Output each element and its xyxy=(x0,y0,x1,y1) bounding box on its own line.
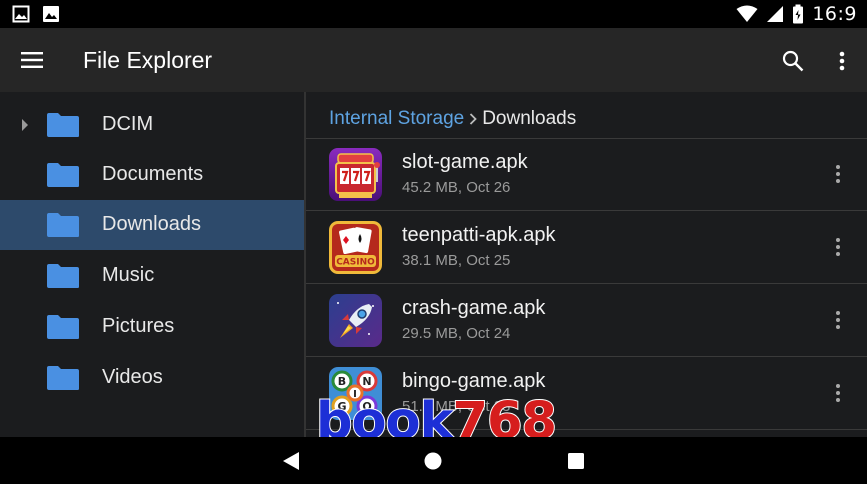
wifi-icon xyxy=(736,5,758,22)
back-icon[interactable] xyxy=(280,450,302,472)
svg-text:N: N xyxy=(362,375,371,388)
overflow-menu-button[interactable] xyxy=(830,46,854,76)
file-row-teenpatti[interactable]: CASINO teenpatti-apk.apk 38.1 MB, Oct 25 xyxy=(306,212,867,284)
sidebar-item-label: Downloads xyxy=(102,213,201,235)
sidebar-item-label: Music xyxy=(102,264,155,286)
file-name: bingo-game.apk xyxy=(402,370,546,392)
search-icon xyxy=(782,50,804,72)
breadcrumb: Internal Storage Downloads xyxy=(329,105,576,133)
folder-icon xyxy=(47,213,79,237)
more-vert-icon[interactable] xyxy=(830,161,846,187)
folder-icon xyxy=(47,264,79,288)
image-icon xyxy=(12,5,30,23)
svg-text:B: B xyxy=(338,375,346,388)
menu-button[interactable] xyxy=(16,46,48,74)
home-icon[interactable] xyxy=(423,451,443,471)
casino-cards-icon: CASINO xyxy=(329,221,382,274)
status-right-icons: 16:9 xyxy=(736,2,857,26)
file-meta: 29.5 MB, Oct 24 xyxy=(402,325,511,342)
sidebar-item-music[interactable]: Music xyxy=(0,251,304,301)
file-list-panel: Internal Storage Downloads slot-game.apk… xyxy=(306,92,867,437)
rocket-icon xyxy=(329,294,382,347)
folder-icon xyxy=(47,366,79,390)
sidebar-item-downloads[interactable]: Downloads xyxy=(0,200,304,250)
sidebar-item-label: DCIM xyxy=(102,113,154,135)
photo-icon xyxy=(43,6,59,22)
file-row-crash-game[interactable]: crash-game.apk 29.5 MB, Oct 24 xyxy=(306,285,867,357)
sidebar-item-dcim[interactable]: DCIM xyxy=(0,100,304,150)
sidebar-item-videos[interactable]: Videos xyxy=(0,353,304,403)
file-name: teenpatti-apk.apk xyxy=(402,224,556,246)
folder-sidebar: DCIM Documents Downloads Music Pictures … xyxy=(0,92,304,437)
folder-icon xyxy=(47,163,79,187)
file-name: slot-game.apk xyxy=(402,151,528,173)
file-row-slot-game[interactable]: slot-game.apk 45.2 MB, Oct 26 xyxy=(306,139,867,211)
app-toolbar: File Explorer xyxy=(0,28,867,92)
svg-text:CASINO: CASINO xyxy=(336,258,375,268)
more-vert-icon[interactable] xyxy=(830,234,846,260)
file-meta: 38.1 MB, Oct 25 xyxy=(402,252,511,269)
more-vert-icon[interactable] xyxy=(830,307,846,333)
battery-icon xyxy=(793,4,804,24)
sidebar-item-documents[interactable]: Documents xyxy=(0,150,304,200)
menu-icon xyxy=(21,52,43,68)
signal-icon xyxy=(767,6,784,22)
status-left-icons xyxy=(12,5,60,23)
system-nav-bar xyxy=(0,437,867,484)
divider xyxy=(306,210,867,211)
sidebar-item-label: Videos xyxy=(102,366,163,388)
divider xyxy=(306,356,867,357)
page-title: File Explorer xyxy=(83,47,213,73)
sidebar-item-label: Documents xyxy=(102,163,204,185)
search-button[interactable] xyxy=(778,46,808,76)
recents-icon[interactable] xyxy=(567,452,585,470)
file-name: crash-game.apk xyxy=(402,297,546,319)
more-vert-icon[interactable] xyxy=(830,380,846,406)
status-bar: 16:9 xyxy=(0,0,867,28)
file-meta: 45.2 MB, Oct 26 xyxy=(402,179,511,196)
folder-icon xyxy=(47,113,79,137)
breadcrumb-current: Downloads xyxy=(482,108,577,129)
more-vert-icon xyxy=(839,51,845,71)
breadcrumb-root-link[interactable]: Internal Storage xyxy=(329,108,464,130)
sidebar-item-label: Pictures xyxy=(102,315,175,337)
sidebar-item-pictures[interactable]: Pictures xyxy=(0,302,304,352)
clock: 16:9 xyxy=(812,3,857,25)
slot-machine-icon xyxy=(329,148,382,201)
expand-arrow-icon[interactable] xyxy=(20,117,30,133)
divider xyxy=(306,283,867,284)
chevron-right-icon xyxy=(464,113,482,125)
folder-icon xyxy=(47,315,79,339)
